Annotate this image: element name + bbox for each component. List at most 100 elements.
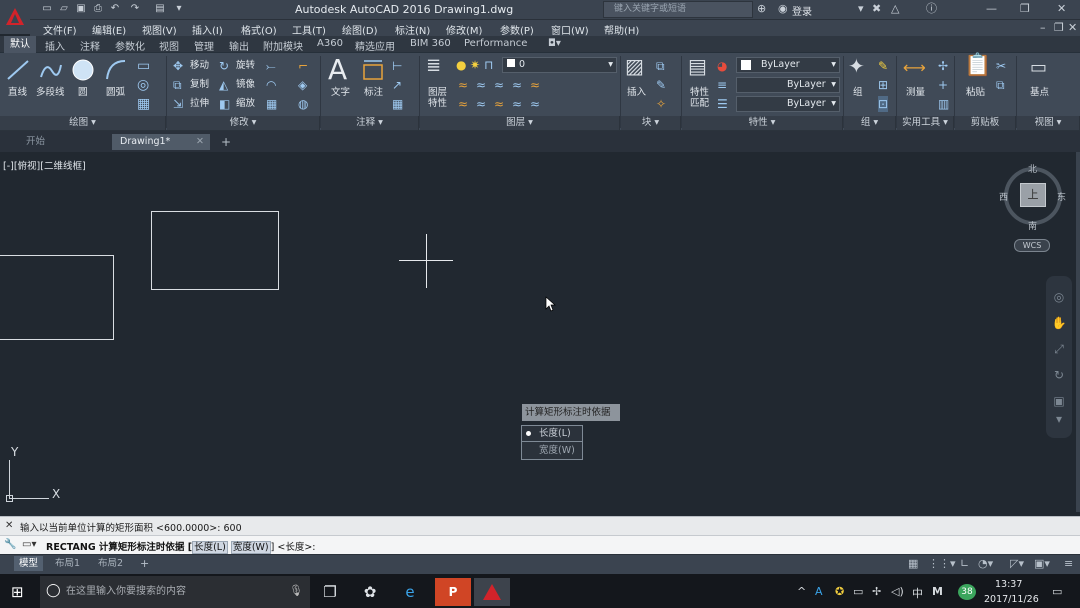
edit-block-icon[interactable]: ✎ [656, 77, 666, 93]
network-icon[interactable]: ✢ [872, 585, 881, 598]
measure-icon[interactable]: ⟷ [903, 60, 926, 76]
layer-tool-icon[interactable]: ≈ [458, 96, 468, 112]
menu-modify[interactable]: 修改(M) [446, 22, 482, 37]
tab-layout2[interactable]: 布局2 [93, 556, 128, 571]
pan-icon[interactable]: ✋ [1050, 314, 1068, 332]
doc-minimize-icon[interactable]: – [1040, 21, 1046, 35]
login-dropdown-icon[interactable]: ▾ [858, 2, 864, 16]
notifications-icon[interactable]: ▭ [1052, 585, 1062, 598]
paste-icon[interactable]: 📋 [964, 55, 991, 77]
layer-tool-icon[interactable]: ≈ [530, 77, 540, 93]
compass-south[interactable]: 南 [1028, 219, 1037, 232]
grid-icon[interactable]: ▦ [908, 557, 918, 570]
option-width[interactable]: 宽度(W) [522, 443, 582, 459]
tab-performance[interactable]: Performance [464, 38, 527, 49]
tray-expand-icon[interactable]: ^ [797, 585, 806, 598]
close-tab-icon[interactable]: ✕ [196, 134, 204, 150]
close-icon[interactable]: ✕ [5, 520, 13, 531]
task-view-icon[interactable]: ❐ [312, 578, 348, 606]
layer-tool-icon[interactable]: ≈ [458, 77, 468, 93]
battery-icon[interactable]: ▭ [853, 585, 863, 598]
undo-icon[interactable]: ↶ [108, 2, 122, 16]
new-tab-icon[interactable]: + [221, 135, 231, 149]
doc-restore-icon[interactable]: ❐ [1054, 21, 1064, 35]
app-icon[interactable]: ✿ [352, 578, 388, 606]
rectangle-icon[interactable]: ▭ [137, 58, 150, 74]
dimension-tool[interactable] [361, 57, 385, 86]
command-option-length[interactable]: 长度(L) [192, 541, 228, 554]
print-icon[interactable]: ⎙ [91, 2, 105, 16]
linear-dim-icon[interactable]: ⊢ [392, 58, 402, 74]
recent-commands-icon[interactable]: ▭▾ [22, 539, 36, 550]
close-icon[interactable]: ✕ [1057, 2, 1066, 16]
edge-browser-icon[interactable]: e [392, 578, 428, 606]
color-dropdown[interactable]: ByLayer ▾ [736, 57, 840, 73]
layer-tool-icon[interactable]: ≈ [530, 96, 540, 112]
tab-insert[interactable]: 插入 [45, 38, 65, 53]
tab-annotate[interactable]: 注释 [80, 38, 100, 53]
table-icon[interactable]: ▦ [392, 96, 403, 112]
quick-access-dropdown-icon[interactable]: ▾ [172, 2, 186, 16]
id-point-icon[interactable]: ▥ [938, 96, 949, 112]
command-option-width[interactable]: 宽度(W) [230, 541, 271, 554]
menu-insert[interactable]: 插入(I) [192, 22, 223, 37]
rectangle-entity[interactable] [151, 211, 279, 290]
exchange-apps-icon[interactable]: ✖ [872, 2, 881, 16]
orbit-icon[interactable]: ↻ [1050, 366, 1068, 384]
customize-wrench-icon[interactable]: 🔧 [4, 539, 16, 550]
attribute-icon[interactable]: ✧ [656, 96, 666, 112]
layer-dropdown[interactable]: 0 ▾ [502, 57, 617, 73]
steering-wheel-icon[interactable]: ◎ [1050, 288, 1068, 306]
properties-group-footer[interactable]: 特性 ▾ [682, 116, 843, 130]
tab-default[interactable]: 默认 [4, 36, 36, 53]
match-properties-icon[interactable]: ▤ [688, 56, 707, 76]
tab-drawing1[interactable]: Drawing1* ✕ [112, 134, 210, 150]
wcs-menu-button[interactable]: WCS [1014, 239, 1050, 252]
tab-layout1[interactable]: 布局1 [50, 556, 85, 571]
layers-group-footer[interactable]: 图层 ▾ [420, 116, 620, 130]
annotation-group-footer[interactable]: 注释 ▾ [321, 116, 419, 130]
draw-group-footer[interactable]: 绘图 ▾ [0, 116, 166, 130]
snap-icon[interactable]: ⋮⋮▾ [928, 557, 956, 570]
customization-menu-icon[interactable]: ≡ [1064, 557, 1073, 570]
group-icon[interactable]: ✦ [848, 56, 865, 76]
showmotion-icon[interactable]: ▣ [1050, 392, 1068, 410]
layer-tool-icon[interactable]: ≈ [512, 96, 522, 112]
command-prompt[interactable]: RECTANG 计算矩形标注时依据 [长度(L) 宽度(W)] <长度>: [46, 539, 316, 554]
menu-parametric[interactable]: 参数(P) [500, 22, 534, 37]
utilities-group-footer[interactable]: 实用工具 ▾ [897, 116, 954, 130]
tab-manage[interactable]: 管理 [194, 38, 214, 53]
groups-group-footer[interactable]: 组 ▾ [844, 116, 896, 130]
tray-badge[interactable]: 38 [958, 584, 976, 600]
tab-addins[interactable]: 附加模块 [263, 38, 303, 53]
menu-edit[interactable]: 编辑(E) [92, 22, 126, 37]
option-length[interactable]: 长度(L) [522, 426, 582, 442]
create-block-icon[interactable]: ⧉ [656, 58, 665, 74]
compass-east[interactable]: 东 [1057, 190, 1066, 203]
menu-tools[interactable]: 工具(T) [292, 22, 326, 37]
layer-tool-icon[interactable]: ≈ [476, 77, 486, 93]
layer-lock-icon[interactable]: ⊓ [484, 57, 493, 73]
layer-tool-icon[interactable]: ≈ [512, 77, 522, 93]
menu-format[interactable]: 格式(O) [241, 22, 277, 37]
vertical-scrollbar[interactable] [1076, 152, 1080, 512]
compass-north[interactable]: 北 [1028, 162, 1037, 175]
viewport-controls[interactable]: [-][俯视][二维线框] [3, 158, 86, 172]
explode-icon[interactable]: ◈ [298, 77, 307, 93]
tab-featured-apps[interactable]: 精选应用 [355, 38, 395, 53]
open-file-icon[interactable]: ▱ [57, 2, 71, 16]
mirror-button[interactable]: 镜像 [236, 79, 255, 90]
insert-block-icon[interactable]: ▨ [625, 56, 644, 76]
base-view-icon[interactable]: ▭ [1030, 59, 1047, 77]
group-select-icon[interactable]: ⊡ [878, 96, 889, 112]
a360-icon[interactable]: △ [891, 2, 899, 16]
tab-output[interactable]: 输出 [229, 38, 249, 53]
nav-dropdown-icon[interactable]: ▾ [1050, 410, 1068, 428]
trim-icon[interactable]: ⤚ [266, 58, 276, 74]
cut-icon[interactable]: ✂ [996, 58, 1006, 74]
arc-tool[interactable] [103, 57, 129, 86]
help-search-input[interactable]: 键入关键字或短语 [603, 1, 753, 18]
layer-tool-icon[interactable]: ≈ [494, 96, 504, 112]
leader-icon[interactable]: ↗ [392, 77, 402, 93]
autocad-taskbar-icon[interactable] [474, 578, 510, 606]
